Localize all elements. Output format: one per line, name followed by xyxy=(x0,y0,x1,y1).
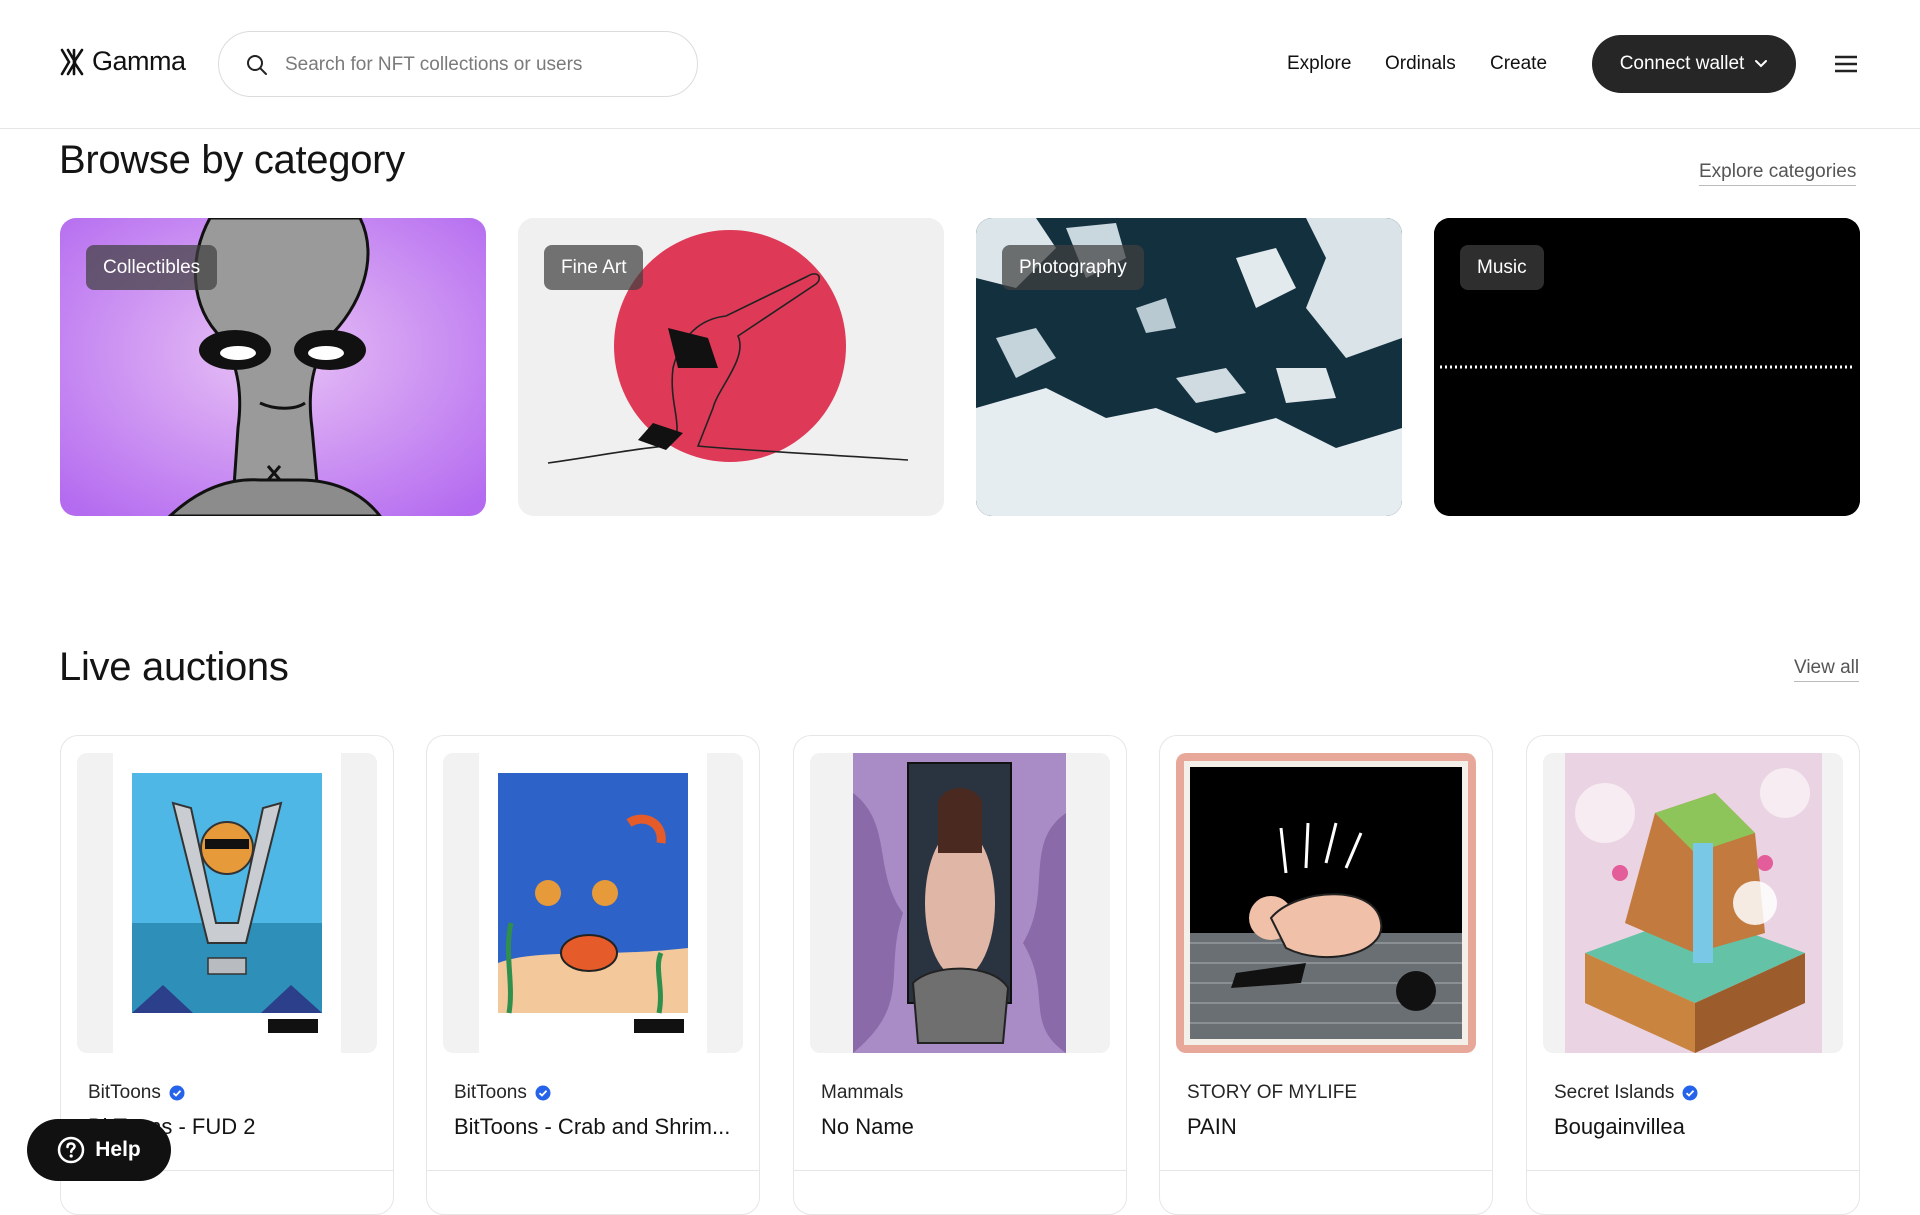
auction-collection[interactable]: BitToons xyxy=(454,1082,551,1104)
mammals-artwork-image xyxy=(853,753,1066,1053)
nav-ordinals[interactable]: Ordinals xyxy=(1385,53,1456,75)
gamma-logo-icon xyxy=(60,48,84,75)
browse-by-category-title: Browse by category xyxy=(59,138,405,182)
auction-item-name: No Name xyxy=(821,1114,914,1139)
auction-card[interactable]: STORY OF MYLIFE PAIN xyxy=(1159,735,1493,1215)
category-label-photography: Photography xyxy=(1002,245,1144,290)
verified-badge-icon xyxy=(1682,1085,1698,1101)
auction-media xyxy=(1176,753,1476,1053)
live-auctions-title: Live auctions xyxy=(59,645,289,689)
card-divider xyxy=(1527,1170,1859,1171)
auction-item-name: Bougainvillea xyxy=(1554,1114,1685,1139)
view-all-link[interactable]: View all xyxy=(1794,657,1860,682)
search-bar[interactable] xyxy=(218,31,698,98)
connect-wallet-label: Connect wallet xyxy=(1619,53,1745,74)
card-divider xyxy=(427,1170,759,1171)
explore-categories-link[interactable]: Explore categories xyxy=(1699,161,1857,186)
auction-item-name: PAIN xyxy=(1187,1114,1237,1139)
verified-badge-icon xyxy=(169,1085,185,1101)
logo-text: Gamma xyxy=(92,46,186,76)
auction-item-name: BitToons - Crab and Shrim... xyxy=(454,1114,731,1139)
collection-name: STORY OF MYLIFE xyxy=(1187,1082,1357,1103)
collection-name: BitToons xyxy=(88,1082,161,1103)
bittoons-crab-image xyxy=(479,753,707,1053)
hamburger-menu-icon[interactable] xyxy=(1834,54,1858,74)
collection-name: Secret Islands xyxy=(1554,1082,1675,1103)
category-card-music[interactable]: Music xyxy=(1434,218,1860,516)
category-label-collectibles: Collectibles xyxy=(86,245,218,290)
auction-media xyxy=(77,753,377,1053)
category-card-fine-art[interactable]: Fine Art xyxy=(518,218,944,516)
card-divider xyxy=(1160,1170,1492,1171)
card-divider xyxy=(794,1170,1126,1171)
auction-media xyxy=(810,753,1110,1053)
auction-collection[interactable]: Secret Islands xyxy=(1554,1082,1698,1104)
connect-wallet-button[interactable]: Connect wallet xyxy=(1592,35,1796,93)
question-circle-icon xyxy=(57,1136,85,1164)
verified-badge-icon xyxy=(535,1085,551,1101)
auction-card[interactable]: BitToons BitToons - Crab and Shrim... xyxy=(426,735,760,1215)
collection-name: Mammals xyxy=(821,1082,904,1103)
bittoons-fud-image xyxy=(113,753,341,1053)
help-label: Help xyxy=(95,1138,141,1161)
gamma-logo[interactable]: Gamma xyxy=(60,46,186,77)
bougainvillea-island-image xyxy=(1565,753,1822,1053)
search-icon xyxy=(247,55,267,75)
category-label-fine-art: Fine Art xyxy=(544,245,644,290)
nav-explore[interactable]: Explore xyxy=(1287,53,1351,75)
auction-card[interactable]: Secret Islands Bougainvillea xyxy=(1526,735,1860,1215)
auction-collection[interactable]: Mammals xyxy=(821,1082,903,1104)
auction-media xyxy=(1543,753,1843,1053)
auction-media xyxy=(443,753,743,1053)
auction-collection[interactable]: STORY OF MYLIFE xyxy=(1187,1082,1357,1104)
category-card-photography[interactable]: Photography xyxy=(976,218,1402,516)
search-input[interactable] xyxy=(283,32,677,98)
category-card-collectibles[interactable]: Collectibles xyxy=(60,218,486,516)
nav-create[interactable]: Create xyxy=(1490,53,1547,75)
category-label-music: Music xyxy=(1460,245,1544,290)
top-header: Gamma Explore Ordinals Create Connect wa… xyxy=(0,0,1920,129)
help-button[interactable]: Help xyxy=(27,1119,171,1181)
auction-card[interactable]: Mammals No Name xyxy=(793,735,1127,1215)
auction-collection[interactable]: BitToons xyxy=(88,1082,185,1104)
chevron-down-icon xyxy=(1755,60,1768,68)
collection-name: BitToons xyxy=(454,1082,527,1103)
pain-artwork-image xyxy=(1176,753,1476,1053)
